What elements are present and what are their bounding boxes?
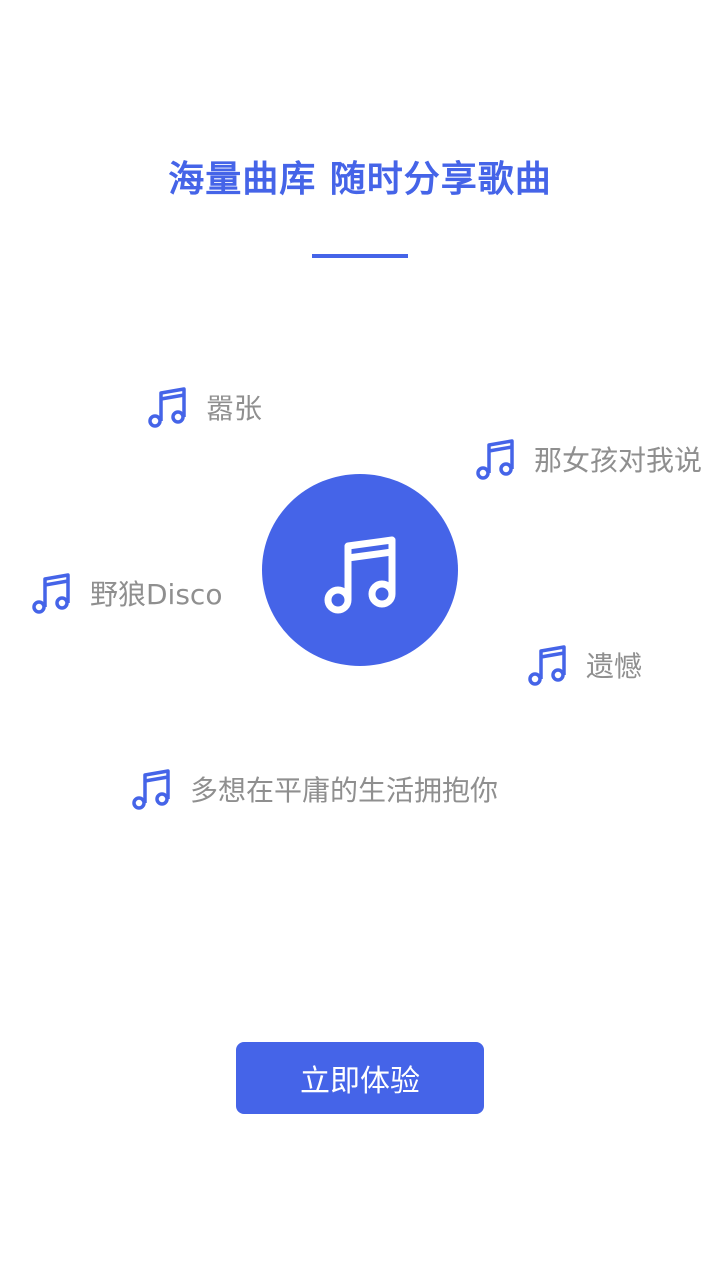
song-item[interactable]: 遗憾	[526, 643, 642, 687]
music-note-icon	[146, 385, 190, 429]
song-title: 那女孩对我说	[534, 444, 703, 477]
song-title: 嚣张	[206, 392, 263, 425]
song-item[interactable]: 多想在平庸的生活拥抱你	[130, 767, 498, 811]
page-title: 海量曲库 随时分享歌曲	[168, 159, 552, 200]
music-note-icon	[130, 767, 174, 811]
music-note-icon	[30, 571, 74, 615]
center-music-disc	[262, 474, 458, 666]
song-item[interactable]: 野狼Disco	[30, 571, 222, 615]
song-title: 野狼Disco	[90, 578, 223, 611]
title-divider	[312, 254, 408, 258]
music-note-icon	[474, 437, 518, 481]
music-note-icon	[526, 643, 570, 687]
song-item[interactable]: 那女孩对我说	[474, 437, 702, 481]
song-title: 多想在平庸的生活拥抱你	[190, 774, 499, 807]
onboarding-page: 海量曲库 随时分享歌曲 嚣张 那女孩对我说 野狼Disco 遗憾 多想在平庸的生…	[0, 0, 720, 1280]
song-title: 遗憾	[586, 650, 643, 683]
try-now-button[interactable]: 立即体验	[236, 1042, 484, 1114]
music-note-icon	[324, 536, 396, 614]
song-item[interactable]: 嚣张	[146, 385, 262, 429]
